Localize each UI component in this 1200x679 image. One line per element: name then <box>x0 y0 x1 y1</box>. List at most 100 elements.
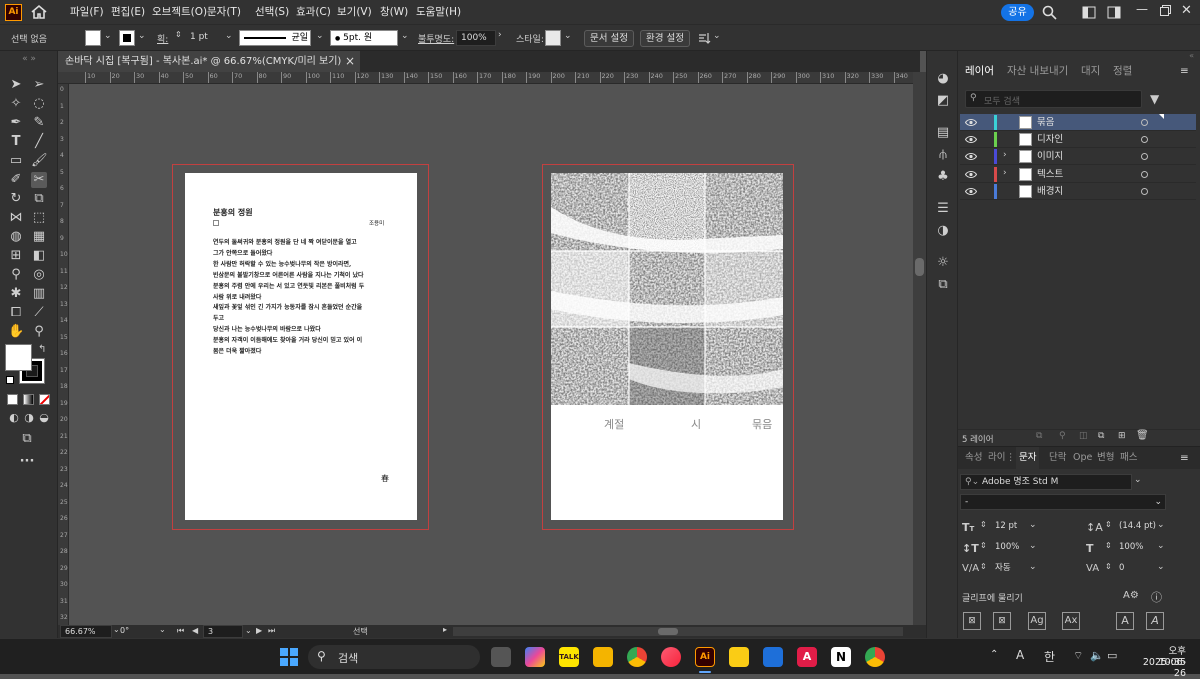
close-window-icon[interactable]: ✕ <box>1181 3 1192 18</box>
sticky-notes-icon[interactable] <box>729 647 749 667</box>
tab-artboards[interactable]: 대지 <box>1081 60 1100 82</box>
copilot-icon[interactable] <box>525 647 545 667</box>
vertical-scrollbar[interactable] <box>913 72 926 625</box>
visibility-eye-icon[interactable] <box>965 135 977 144</box>
target-circle-icon[interactable] <box>1141 170 1148 178</box>
restore-icon[interactable] <box>1160 5 1171 16</box>
menu-effect[interactable]: 효과(C) <box>296 0 331 25</box>
opacity-field[interactable]: 100% <box>456 30 496 46</box>
target-circle-icon[interactable] <box>1141 136 1148 144</box>
delete-layer-icon[interactable]: 🗑 <box>1136 430 1149 441</box>
task-view-icon[interactable] <box>491 647 511 667</box>
filter-icon[interactable]: ▼ <box>1150 92 1159 106</box>
artboard-left[interactable]: 분홍의 정원 조용미 연두의 둘써귀와 분홍의 정원을 단 네 짝 여닫이문을 … <box>185 173 417 520</box>
collect-for-export-icon[interactable]: ⧉ <box>1036 431 1042 441</box>
menu-edit[interactable]: 편집(E) <box>111 0 145 25</box>
file-explorer-icon[interactable] <box>593 647 613 667</box>
stepper-icon[interactable]: ⇕ <box>980 562 987 571</box>
appearance-icon[interactable]: ◩ <box>935 93 951 109</box>
asset-export-icon[interactable]: ⧉ <box>935 277 951 293</box>
stroke-swatch[interactable] <box>119 30 135 46</box>
close-tab-icon[interactable]: × <box>345 51 355 72</box>
tab-properties[interactable]: 속성 <box>965 447 982 469</box>
curvature-tool-icon[interactable]: ✎ <box>31 115 47 131</box>
artboard-tool-icon[interactable]: ⧠ <box>8 305 24 321</box>
kakaotalk-icon[interactable]: TALK <box>559 647 579 667</box>
rotate-tool-icon[interactable]: ↻ <box>8 191 24 207</box>
selection-tool-icon[interactable]: ➤ <box>8 77 24 93</box>
create-sublayer-icon[interactable]: ⧉ <box>1098 431 1104 441</box>
cc-libraries-icon[interactable]: ☼ <box>935 255 951 271</box>
chevron-down-icon[interactable]: ⌄ <box>564 31 572 41</box>
chevron-down-icon[interactable]: ⌄ <box>245 626 252 635</box>
layer-row[interactable]: 배경지 <box>960 183 1196 200</box>
snap-baseline-icon[interactable]: ⊠ <box>963 612 981 630</box>
layer-row[interactable]: › 텍스트 <box>960 166 1196 183</box>
draw-normal-icon[interactable]: ◐ <box>6 410 22 426</box>
clock-date[interactable]: 2025-06-26 <box>1134 657 1186 679</box>
blend-tool-icon[interactable]: ◎ <box>31 267 47 283</box>
transparency-icon[interactable]: ◑ <box>935 223 951 239</box>
perspective-grid-icon[interactable]: ▦ <box>31 229 47 245</box>
layer-row[interactable]: › 이미지 <box>960 148 1196 166</box>
paintbrush-icon[interactable]: 🖌 <box>31 153 48 169</box>
illustrator-taskbar-icon[interactable]: Ai <box>695 647 715 667</box>
stroke-label[interactable]: 획: <box>157 32 168 45</box>
stepper-icon[interactable]: ⇕ <box>980 541 987 550</box>
brush-definition[interactable]: ● 5pt. 원 <box>330 30 398 46</box>
target-circle-icon[interactable] <box>1141 153 1148 161</box>
collapse-panels-icon[interactable]: « <box>958 51 1200 60</box>
more-tools-icon[interactable]: ··· <box>19 454 35 470</box>
gradient-tool-icon[interactable]: ◧ <box>31 248 47 264</box>
first-artboard-icon[interactable]: ⏮ <box>177 626 184 636</box>
visibility-eye-icon[interactable] <box>965 170 977 179</box>
windows-start-icon[interactable] <box>280 648 298 666</box>
app-icon[interactable] <box>763 647 783 667</box>
stroke-panel-icon[interactable]: ☰ <box>935 201 951 217</box>
stepper-icon[interactable]: ⇕ <box>1105 520 1112 529</box>
panel-menu-icon[interactable]: ≡ <box>1180 60 1189 82</box>
tab-align[interactable]: 정렬 <box>1113 60 1132 82</box>
chevron-down-icon[interactable]: ⌄ <box>225 31 233 41</box>
panel-menu-icon[interactable]: ≡ <box>1180 447 1189 469</box>
stepper-icon[interactable]: ⇕ <box>1105 541 1112 550</box>
swap-colors-icon[interactable]: ↰ <box>38 344 46 355</box>
tab-paragraph[interactable]: 단락 <box>1049 447 1066 469</box>
minimize-icon[interactable]: — <box>1136 2 1148 16</box>
tab-libraries[interactable]: 라이 <box>988 447 1005 469</box>
expand-chevron-icon[interactable]: › <box>1003 150 1007 160</box>
visibility-eye-icon[interactable] <box>965 118 977 127</box>
graphic-style-swatch[interactable] <box>545 30 561 46</box>
chevron-down-icon[interactable]: ⌄ <box>1157 541 1165 551</box>
target-circle-icon[interactable] <box>1141 119 1148 126</box>
chrome-icon[interactable] <box>627 647 647 667</box>
last-artboard-icon[interactable]: ⏭ <box>268 626 275 636</box>
notion-icon[interactable]: N <box>831 647 851 667</box>
graph-tool-icon[interactable]: ▥ <box>31 286 47 302</box>
collapse-icon[interactable]: « » <box>6 54 52 68</box>
variable-width-profile[interactable]: 균일 <box>239 30 311 46</box>
keyboard-lang[interactable]: A <box>1016 648 1024 662</box>
chevron-down-icon[interactable]: ⌄ <box>1029 520 1037 530</box>
shaper-tool-icon[interactable]: ✐ <box>8 172 24 188</box>
menu-select[interactable]: 선택(S) <box>255 0 289 25</box>
default-colors-icon[interactable] <box>6 376 14 384</box>
eyedropper-icon[interactable]: ⚲ <box>8 267 24 283</box>
hand-tool-icon[interactable]: ✋ <box>8 324 24 340</box>
menu-file[interactable]: 파일(F) <box>70 0 104 25</box>
target-circle-icon[interactable] <box>1141 187 1148 195</box>
chevron-down-icon[interactable]: ⌄ <box>401 31 409 41</box>
layer-name[interactable]: 텍스트 <box>1037 166 1063 183</box>
artboard-number-field[interactable]: 3 <box>203 625 243 638</box>
arrange-documents-icon[interactable] <box>1082 6 1096 19</box>
share-button[interactable]: 공유 <box>1001 4 1034 21</box>
h-scroll-thumb[interactable] <box>658 628 678 635</box>
snap-anchor-icon[interactable]: A <box>1146 612 1164 630</box>
pen-tool-icon[interactable]: ✒ <box>8 115 24 131</box>
new-layer-icon[interactable]: ⊞ <box>1118 431 1126 441</box>
layer-search-field[interactable]: ⚲ 모두 검색 <box>965 90 1142 108</box>
screen-mode-icon[interactable]: ⧉ <box>19 431 35 447</box>
tab-opentype[interactable]: Ope <box>1073 447 1092 469</box>
prev-artboard-icon[interactable]: ◀ <box>192 626 198 635</box>
magic-wand-icon[interactable]: ✧ <box>8 96 24 112</box>
